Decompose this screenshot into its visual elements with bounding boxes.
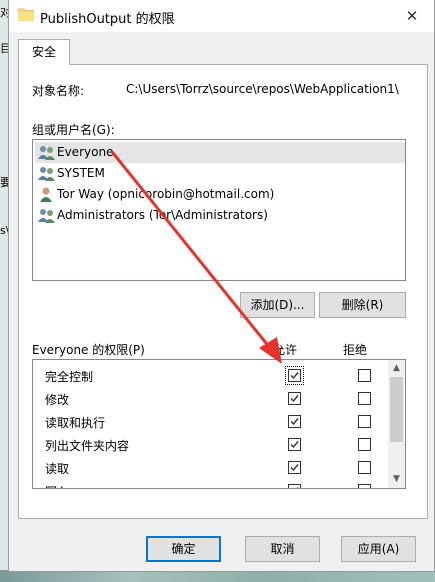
permissions-label: Everyone 的权限(P) (32, 343, 145, 357)
group-item-label: Tor Way (opnicorobin@hotmail.com) (57, 187, 275, 201)
allow-checkbox[interactable] (288, 392, 301, 405)
scroll-thumb[interactable] (390, 377, 403, 442)
permission-row-modify: 修改 (35, 388, 380, 411)
group-item-label: Administrators (Tor\Administrators) (57, 208, 268, 222)
permission-name: 列出文件夹内容 (45, 439, 130, 453)
users-group-icon (38, 146, 55, 160)
deny-checkbox[interactable] (358, 415, 371, 428)
user-icon (40, 187, 52, 202)
deny-checkbox[interactable] (358, 369, 371, 382)
permission-row-read: 读取 (35, 457, 380, 480)
title-bar: PublishOutput 的权限 ✕ (9, 0, 434, 32)
cancel-button[interactable]: 取消 (245, 536, 320, 562)
ok-button[interactable]: 确定 (146, 536, 221, 562)
window-title: PublishOutput 的权限 (40, 12, 175, 27)
permission-row-write: 写入 (35, 480, 380, 488)
background-window-edge: 对 目 要 s\ (0, 0, 11, 582)
group-item-label: SYSTEM (57, 166, 105, 180)
scroll-up-icon[interactable]: ▲ (388, 360, 405, 377)
group-item-label: Everyone (57, 145, 114, 159)
allow-checkbox[interactable] (288, 415, 301, 428)
permission-row-read-execute: 读取和执行 (35, 411, 380, 434)
remove-button[interactable]: 删除(R) (319, 292, 406, 318)
deny-checkbox[interactable] (358, 461, 371, 474)
permission-name: 写入 (45, 483, 69, 488)
group-item-system[interactable]: SYSTEM (35, 163, 405, 184)
folder-icon (18, 8, 34, 21)
group-list-label: 组或用户名(G): (32, 123, 115, 137)
users-group-icon (38, 167, 55, 181)
permission-name: 读取和执行 (45, 416, 106, 430)
object-name-value: C:\Users\Torrz\source\repos\WebApplicati… (126, 82, 399, 96)
object-name-label: 对象名称: (32, 84, 85, 98)
allow-column-header: 允许 (273, 343, 298, 357)
allow-checkbox[interactable] (288, 484, 301, 488)
add-button[interactable]: 添加(D)... (240, 292, 315, 318)
permission-row-list-folder: 列出文件夹内容 (35, 434, 380, 457)
users-group-icon (38, 209, 55, 223)
close-button[interactable]: ✕ (390, 0, 434, 32)
deny-column-header: 拒绝 (343, 343, 368, 357)
allow-checkbox[interactable] (288, 461, 301, 474)
permissions-scrollbar[interactable]: ▲ ▼ (388, 360, 405, 488)
allow-checkbox[interactable] (285, 366, 304, 385)
deny-checkbox[interactable] (358, 438, 371, 451)
deny-checkbox[interactable] (358, 392, 371, 405)
permission-name: 修改 (45, 393, 70, 407)
tab-security[interactable]: 安全 (18, 39, 70, 65)
permissions-dialog: PublishOutput 的权限 ✕ 安全 对象名称: C:\Users\To… (8, 0, 435, 572)
permissions-list[interactable]: 完全控制 修改 读取和执行 列出文件夹内容 读取 写入 (32, 359, 406, 489)
permission-name: 完全控制 (45, 370, 94, 384)
group-item-tor-way[interactable]: Tor Way (opnicorobin@hotmail.com) (35, 184, 405, 205)
apply-button[interactable]: 应用(A) (341, 536, 416, 562)
group-item-administrators[interactable]: Administrators (Tor\Administrators) (35, 205, 405, 226)
allow-checkbox[interactable] (288, 438, 301, 451)
deny-checkbox[interactable] (358, 484, 371, 488)
group-item-everyone[interactable]: Everyone (35, 142, 405, 163)
permission-name: 读取 (45, 462, 70, 476)
scroll-down-icon[interactable]: ▼ (388, 471, 405, 488)
group-list[interactable]: Everyone SYSTEM Tor Way (opnicorobin@hot… (32, 139, 406, 281)
permission-row-full-control: 完全控制 (35, 365, 380, 388)
